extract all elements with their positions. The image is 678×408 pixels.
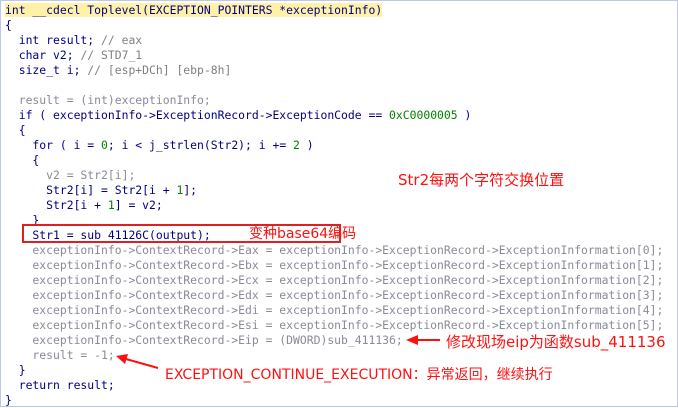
continue-arrowhead-icon	[116, 354, 128, 364]
eip-arrowhead-icon	[406, 335, 418, 345]
continue-arrow-icon	[125, 358, 159, 369]
annotation-arrows	[116, 335, 440, 369]
